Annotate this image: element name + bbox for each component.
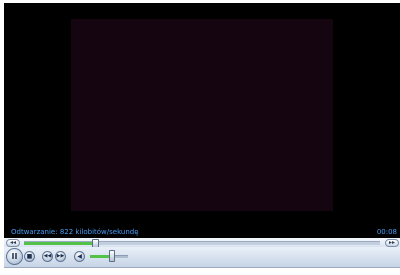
seek-right-button[interactable]: ▸▸ <box>385 239 399 247</box>
seek-left-button[interactable]: ◂◂ <box>6 239 20 247</box>
next-button[interactable]: ▶▶ <box>55 251 66 262</box>
elapsed-time: 00:08 <box>376 228 397 236</box>
playback-status-text: Odtwarzanie: 822 kilobitów/sekundę <box>11 228 139 236</box>
transport-controls: II ■ ◀◀ ▶▶ ◀ <box>4 247 400 268</box>
seek-track[interactable] <box>24 241 380 245</box>
seek-bar-row: ◂◂ ▸▸ <box>4 238 400 248</box>
stop-button[interactable]: ■ <box>24 251 35 262</box>
seek-progress-fill <box>24 242 95 245</box>
pause-button[interactable]: II <box>6 248 23 265</box>
previous-button[interactable]: ◀◀ <box>42 251 53 262</box>
mute-button[interactable]: ◀ <box>74 251 85 262</box>
video-frame <box>71 19 333 211</box>
media-player-window: Odtwarzanie: 822 kilobitów/sekundę 00:08… <box>0 0 400 275</box>
volume-fill <box>90 255 111 258</box>
status-bar: Odtwarzanie: 822 kilobitów/sekundę 00:08 <box>4 227 400 238</box>
video-display[interactable] <box>4 3 400 227</box>
volume-thumb[interactable] <box>109 250 115 262</box>
